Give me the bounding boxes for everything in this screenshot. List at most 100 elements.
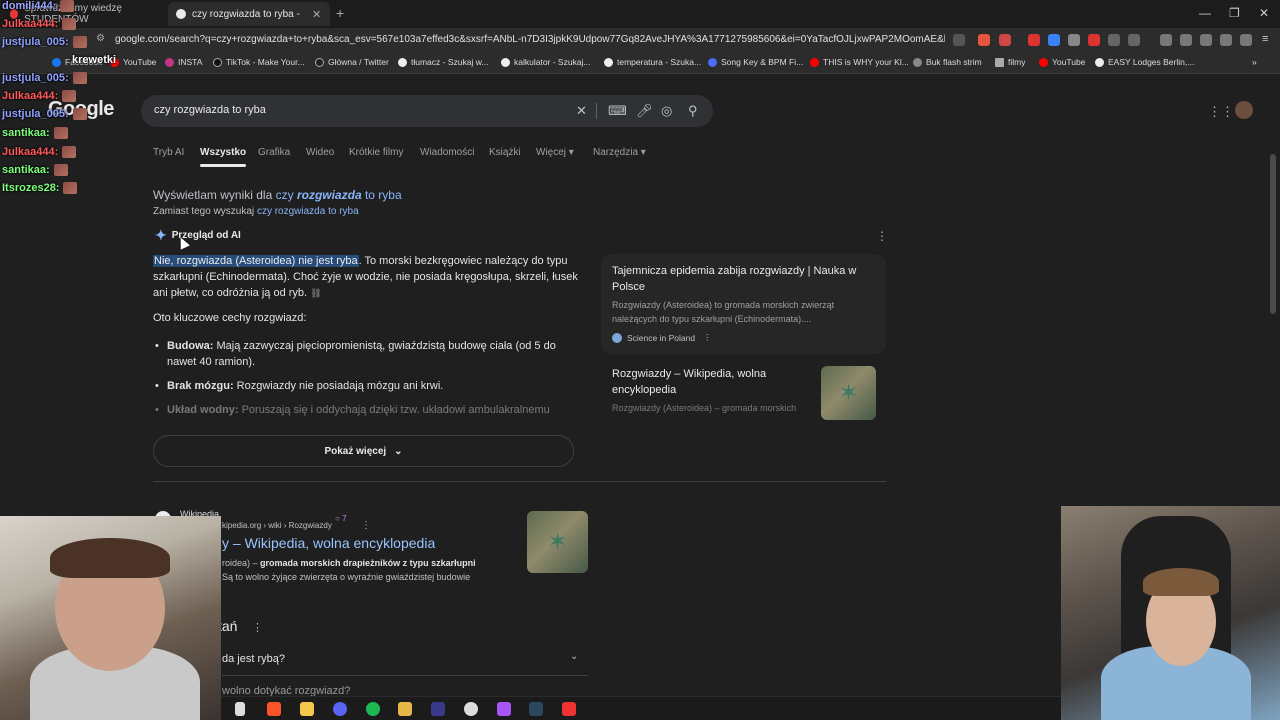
restore-icon[interactable]: ❐ <box>1229 6 1240 20</box>
menu-icon[interactable]: ≡ <box>1262 33 1268 45</box>
bookmark-folder[interactable]: filmy <box>995 57 1025 67</box>
extension-icon[interactable] <box>1048 34 1060 46</box>
bookmark[interactable]: Song Key & BPM Fi... <box>708 57 803 67</box>
wallet-icon[interactable] <box>1200 34 1212 46</box>
source-card[interactable]: Tajemnicza epidemia zabija rozgwiazdy | … <box>601 254 886 354</box>
source-title[interactable]: Rozgwiazdy – Wikipedia, wolna encykloped… <box>612 366 812 398</box>
taskbar <box>221 696 1061 720</box>
tab-active[interactable]: czy rozgwiazda to ryba - Szukaj ✕ <box>168 2 330 26</box>
bookmark[interactable]: Główna / Twitter <box>315 57 389 67</box>
tab-all[interactable]: Wszystko <box>200 147 247 167</box>
extension-icon[interactable] <box>1128 34 1140 46</box>
close-window-icon[interactable]: ✕ <box>1259 6 1269 20</box>
tab-books[interactable]: Książki <box>489 147 521 158</box>
keyboard-icon[interactable]: ⌨ <box>608 103 627 119</box>
tab-more[interactable]: Więcej ▾ <box>536 147 574 158</box>
stream-chat-overlay: domili444: Julkaa444: justjula_005: krew… <box>2 0 122 200</box>
tab-videos[interactable]: Wideo <box>306 147 334 158</box>
more-options-icon[interactable]: ⋮ <box>703 332 712 343</box>
more-options-icon[interactable]: ⋮ <box>876 229 888 243</box>
tab-news[interactable]: Wiadomości <box>420 147 474 158</box>
search-instead: Zamiast tego wyszukaj czy rozgwiazda to … <box>153 206 359 217</box>
list-item: Budowa: Mają zazwyczaj pięciopromienistą… <box>153 338 578 370</box>
extension-icon[interactable] <box>1108 34 1120 46</box>
result-path[interactable]: kipedia.org › wiki › Rozgwiazdy <box>222 521 332 530</box>
scrollbar[interactable] <box>1270 154 1276 314</box>
result-thumbnail[interactable]: ✶ <box>527 511 588 573</box>
bookmark[interactable]: THIS is WHY your Kl... <box>810 57 909 67</box>
extension-icon[interactable] <box>1028 34 1040 46</box>
sidebar-icon[interactable] <box>1180 34 1192 46</box>
bookmark[interactable]: TikTok - Make Your... <box>213 57 305 67</box>
emote-icon <box>72 36 87 48</box>
media-app-icon[interactable] <box>398 702 412 716</box>
source-card[interactable]: Rozgwiazdy – Wikipedia, wolna encykloped… <box>601 358 886 424</box>
search-input[interactable]: czy rozgwiazda to ryba <box>154 104 266 116</box>
brave-shields-icon[interactable] <box>978 34 990 46</box>
original-query-link[interactable]: czy rozgwiazda to ryba <box>257 206 359 217</box>
divider <box>222 675 588 676</box>
steam-icon[interactable] <box>529 702 543 716</box>
bookmark[interactable]: kalkulator - Szukaj... <box>501 57 591 67</box>
result-badge[interactable]: ○ 7 <box>335 514 347 523</box>
ubisoft-icon[interactable] <box>431 702 445 716</box>
source-title[interactable]: Tajemnicza epidemia zabija rozgwiazdy | … <box>612 263 874 295</box>
tab-shorts[interactable]: Krótkie filmy <box>349 147 403 158</box>
file-icon[interactable] <box>235 702 245 716</box>
chat-message: Julkaa444: <box>2 18 77 30</box>
microphone-icon[interactable]: 🎤︎ <box>636 103 653 119</box>
extension-icon[interactable] <box>1068 34 1080 46</box>
more-bookmarks-icon[interactable]: » <box>1252 57 1257 67</box>
question-item[interactable]: da jest rybą? <box>222 653 285 665</box>
brave-icon[interactable] <box>267 702 281 716</box>
search-box[interactable]: czy rozgwiazda to ryba ✕ ⌨ 🎤︎ ◎ ⚲ <box>141 95 713 127</box>
divider <box>596 103 597 119</box>
ai-answer: Nie, rozgwiazda (Asteroidea) nie jest ry… <box>153 255 578 299</box>
extension-icon[interactable] <box>1088 34 1100 46</box>
tab-images[interactable]: Grafika <box>258 147 290 158</box>
site-icon <box>612 332 622 343</box>
emote-icon <box>53 164 68 176</box>
starfish-thumbnail[interactable]: ✶ <box>821 366 876 420</box>
bookmark[interactable]: INSTA <box>165 57 202 67</box>
corrected-query-link[interactable]: czy rozgwiazda to ryba <box>276 188 402 202</box>
lens-icon[interactable]: ◎ <box>661 103 672 119</box>
bookmark[interactable]: YouTube <box>1039 57 1085 67</box>
leo-icon[interactable] <box>1220 34 1232 46</box>
link-icon[interactable]: ⛓ <box>310 288 321 298</box>
discord-icon[interactable] <box>333 702 347 716</box>
tab-label: czy rozgwiazda to ryba - Szukaj <box>192 8 302 20</box>
chat-message: krewetki <box>72 54 117 66</box>
more-options-icon[interactable]: ⋮ <box>252 621 263 634</box>
avatar[interactable] <box>1235 101 1253 119</box>
result-title[interactable]: y – Wikipedia, wolna encyklopedia <box>222 535 435 551</box>
folder-icon[interactable] <box>300 702 314 716</box>
close-tab-icon[interactable]: ✕ <box>312 8 321 21</box>
twitch-icon[interactable] <box>497 702 511 716</box>
url-field[interactable]: google.com/search?q=czy+rozgwiazda+to+ry… <box>115 34 945 45</box>
obs-icon[interactable] <box>464 702 478 716</box>
share-icon[interactable] <box>953 34 965 46</box>
chevron-down-icon[interactable]: ⌄ <box>570 651 578 662</box>
minimize-icon[interactable]: — <box>1199 6 1211 20</box>
emote-icon <box>62 146 77 158</box>
chat-message: Julkaa444: <box>2 146 77 158</box>
clear-icon[interactable]: ✕ <box>576 103 587 119</box>
bookmark[interactable]: tłumacz - Szukaj w... <box>398 57 488 67</box>
emote-icon <box>72 108 87 120</box>
tab-tools[interactable]: Narzędzia ▾ <box>593 147 646 158</box>
tab-ai-mode[interactable]: Tryb AI <box>153 147 184 158</box>
bookmark[interactable]: temperatura - Szuka... <box>604 57 701 67</box>
bookmark[interactable]: Buk flash strim <box>913 57 982 67</box>
youtube-icon[interactable] <box>562 702 576 716</box>
more-options-icon[interactable]: ⋮ <box>361 520 371 531</box>
rewards-icon[interactable] <box>999 34 1011 46</box>
spotify-icon[interactable] <box>366 702 380 716</box>
bookmarks-bar: Facebook YouTube INSTA TikTok - Make You… <box>0 52 1280 74</box>
bookmark[interactable]: EASY Lodges Berlin,... <box>1095 57 1194 67</box>
new-tab-button[interactable]: + <box>336 5 344 21</box>
media-icon[interactable] <box>1160 34 1172 46</box>
show-more-button[interactable]: Pokaż więcej ⌄ <box>153 435 574 467</box>
vpn-icon[interactable] <box>1240 34 1252 46</box>
search-icon[interactable]: ⚲ <box>688 103 698 119</box>
